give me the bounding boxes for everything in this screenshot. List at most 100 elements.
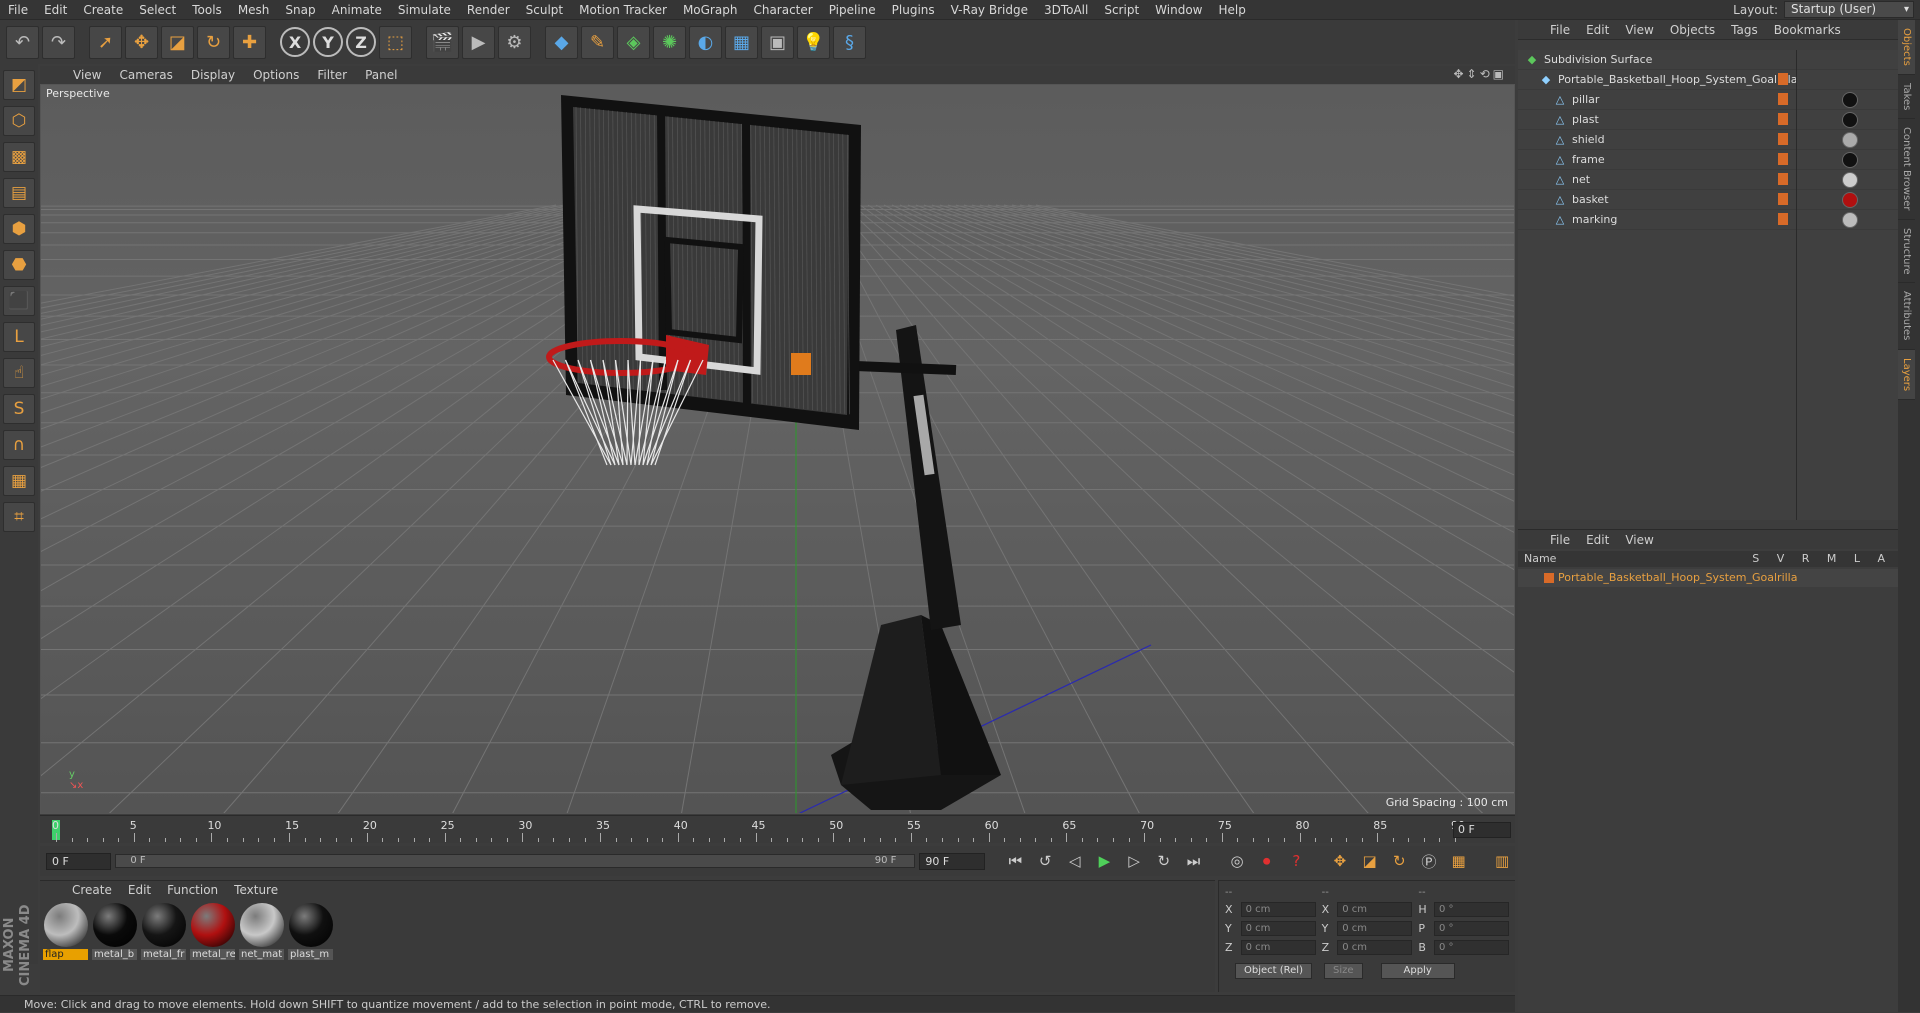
key-rotation-icon[interactable]: ↻: [1386, 849, 1412, 873]
object-row[interactable]: △ plast: [1518, 110, 1898, 130]
side-tab-takes[interactable]: Takes: [1898, 75, 1915, 120]
viewport-menu-view[interactable]: View: [64, 68, 110, 82]
deformer-icon[interactable]: ◐: [689, 25, 722, 59]
coord-field[interactable]: 0 cm: [1240, 940, 1316, 955]
coord-size-dropdown[interactable]: Size: [1323, 963, 1363, 979]
array-icon[interactable]: ✺: [653, 25, 686, 59]
side-tab-attributes[interactable]: Attributes: [1898, 283, 1915, 350]
layer-menu-view[interactable]: View: [1617, 533, 1661, 547]
coord-field[interactable]: 0 °: [1433, 940, 1510, 955]
menu-item-character[interactable]: Character: [745, 0, 820, 20]
menu-item-mograph[interactable]: MoGraph: [675, 0, 746, 20]
menu-item-edit[interactable]: Edit: [36, 0, 75, 20]
last-tool-icon[interactable]: ✚: [233, 25, 266, 59]
z-axis-icon[interactable]: Z: [346, 27, 376, 57]
menu-item-sculpt[interactable]: Sculpt: [518, 0, 571, 20]
menu-item-create[interactable]: Create: [75, 0, 131, 20]
axis-mode-icon[interactable]: L: [3, 322, 35, 352]
menu-item-v-ray-bridge[interactable]: V-Ray Bridge: [943, 0, 1036, 20]
snap-icon[interactable]: S: [3, 394, 35, 424]
viewport-menu-options[interactable]: Options: [244, 68, 308, 82]
material-tag-icon[interactable]: [1842, 112, 1858, 128]
viewport-perspective[interactable]: Perspective Grid Spacing : 100 cm y ↘x: [40, 84, 1515, 814]
magnet-icon[interactable]: ∩: [3, 430, 35, 460]
rotate-tool-icon[interactable]: ↻: [197, 25, 230, 59]
material-tag-icon[interactable]: [1842, 172, 1858, 188]
menu-item-mesh[interactable]: Mesh: [230, 0, 278, 20]
record-icon[interactable]: ⏺: [1254, 849, 1280, 873]
workplane-icon[interactable]: ▤: [3, 178, 35, 208]
object-row[interactable]: △ pillar: [1518, 90, 1898, 110]
material-item[interactable]: metal_b: [92, 903, 137, 960]
material-item[interactable]: net_mat: [239, 903, 284, 960]
model-mode-icon[interactable]: ⬡: [3, 106, 35, 136]
coord-field[interactable]: 0 cm: [1337, 902, 1413, 917]
floor-icon[interactable]: ▦: [725, 25, 758, 59]
x-axis-icon[interactable]: X: [280, 27, 310, 57]
material-menu-create[interactable]: Create: [64, 883, 120, 897]
menu-item-3dtoall[interactable]: 3DToAll: [1036, 0, 1096, 20]
start-frame-field[interactable]: 0 F: [46, 852, 112, 870]
object-menu-view[interactable]: View: [1617, 23, 1661, 37]
prev-key-icon[interactable]: ↺: [1032, 849, 1058, 873]
render-view-icon[interactable]: 🎬: [426, 25, 459, 59]
material-tag-icon[interactable]: [1842, 192, 1858, 208]
end-frame-field[interactable]: 90 F: [919, 852, 985, 870]
grid-snap-icon[interactable]: ▦: [3, 466, 35, 496]
goto-end-icon[interactable]: ⏭: [1181, 849, 1207, 873]
material-item[interactable]: plast_m: [288, 903, 333, 960]
coord-mode-dropdown[interactable]: Object (Rel): [1235, 963, 1312, 979]
y-axis-icon[interactable]: Y: [313, 27, 343, 57]
object-menu-file[interactable]: File: [1542, 23, 1578, 37]
keyframe-selection-icon[interactable]: ◎: [1224, 849, 1250, 873]
light-icon[interactable]: 💡: [797, 25, 830, 59]
layer-menu-edit[interactable]: Edit: [1578, 533, 1617, 547]
menu-item-render[interactable]: Render: [459, 0, 518, 20]
menu-item-motion-tracker[interactable]: Motion Tracker: [571, 0, 675, 20]
lock-workplane-icon[interactable]: ⌗: [3, 502, 35, 532]
coord-field[interactable]: 0 cm: [1337, 921, 1413, 936]
select-tool-icon[interactable]: ➚: [89, 25, 122, 59]
redo-icon[interactable]: ↷: [42, 25, 75, 59]
object-menu-bookmarks[interactable]: Bookmarks: [1766, 23, 1849, 37]
move-tool-icon[interactable]: ✥: [125, 25, 158, 59]
viewport-menu-display[interactable]: Display: [182, 68, 244, 82]
camera-icon[interactable]: ▣: [761, 25, 794, 59]
material-tag-icon[interactable]: [1842, 152, 1858, 168]
side-tab-structure[interactable]: Structure: [1898, 220, 1915, 284]
object-row[interactable]: △ basket: [1518, 190, 1898, 210]
viewport-menu-filter[interactable]: Filter: [308, 68, 356, 82]
layout-dropdown[interactable]: Startup (User): [1784, 1, 1914, 18]
pen-spline-icon[interactable]: ✎: [581, 25, 614, 59]
coord-field[interactable]: 0 °: [1433, 902, 1510, 917]
viewport-menu-cameras[interactable]: Cameras: [110, 68, 181, 82]
object-row[interactable]: △ frame: [1518, 150, 1898, 170]
key-pla-icon[interactable]: ▦: [1446, 849, 1472, 873]
material-tag-icon[interactable]: [1842, 212, 1858, 228]
python-icon[interactable]: §: [833, 25, 866, 59]
next-key-icon[interactable]: ↻: [1151, 849, 1177, 873]
object-row[interactable]: △ marking: [1518, 210, 1898, 230]
timeline-ruler[interactable]: 051015202530354045505560657075808590 0 F: [40, 815, 1515, 843]
make-editable-icon[interactable]: ◩: [3, 70, 35, 100]
coord-field[interactable]: 0 cm: [1240, 921, 1316, 936]
viewport-nav-icons[interactable]: ✥⇕⟲▣: [1453, 67, 1507, 81]
side-tab-content-browser[interactable]: Content Browser: [1898, 119, 1915, 220]
coord-field[interactable]: 0 cm: [1337, 940, 1413, 955]
menu-item-simulate[interactable]: Simulate: [390, 0, 459, 20]
timeline-window-icon[interactable]: ▥: [1489, 849, 1515, 873]
side-tab-objects[interactable]: Objects: [1898, 20, 1915, 75]
menu-item-select[interactable]: Select: [131, 0, 184, 20]
points-mode-icon[interactable]: ⬢: [3, 214, 35, 244]
material-tag-icon[interactable]: [1842, 92, 1858, 108]
goto-start-icon[interactable]: ⏮: [1003, 849, 1029, 873]
material-item[interactable]: flap: [43, 903, 88, 960]
object-row[interactable]: ◆ Subdivision Surface: [1518, 50, 1898, 70]
texture-mode-icon[interactable]: ▩: [3, 142, 35, 172]
render-picture-viewer-icon[interactable]: ▶: [462, 25, 495, 59]
menu-item-pipeline[interactable]: Pipeline: [821, 0, 884, 20]
object-menu-objects[interactable]: Objects: [1662, 23, 1723, 37]
menu-item-help[interactable]: Help: [1210, 0, 1253, 20]
menu-item-script[interactable]: Script: [1096, 0, 1147, 20]
viewport-menu-panel[interactable]: Panel: [356, 68, 406, 82]
